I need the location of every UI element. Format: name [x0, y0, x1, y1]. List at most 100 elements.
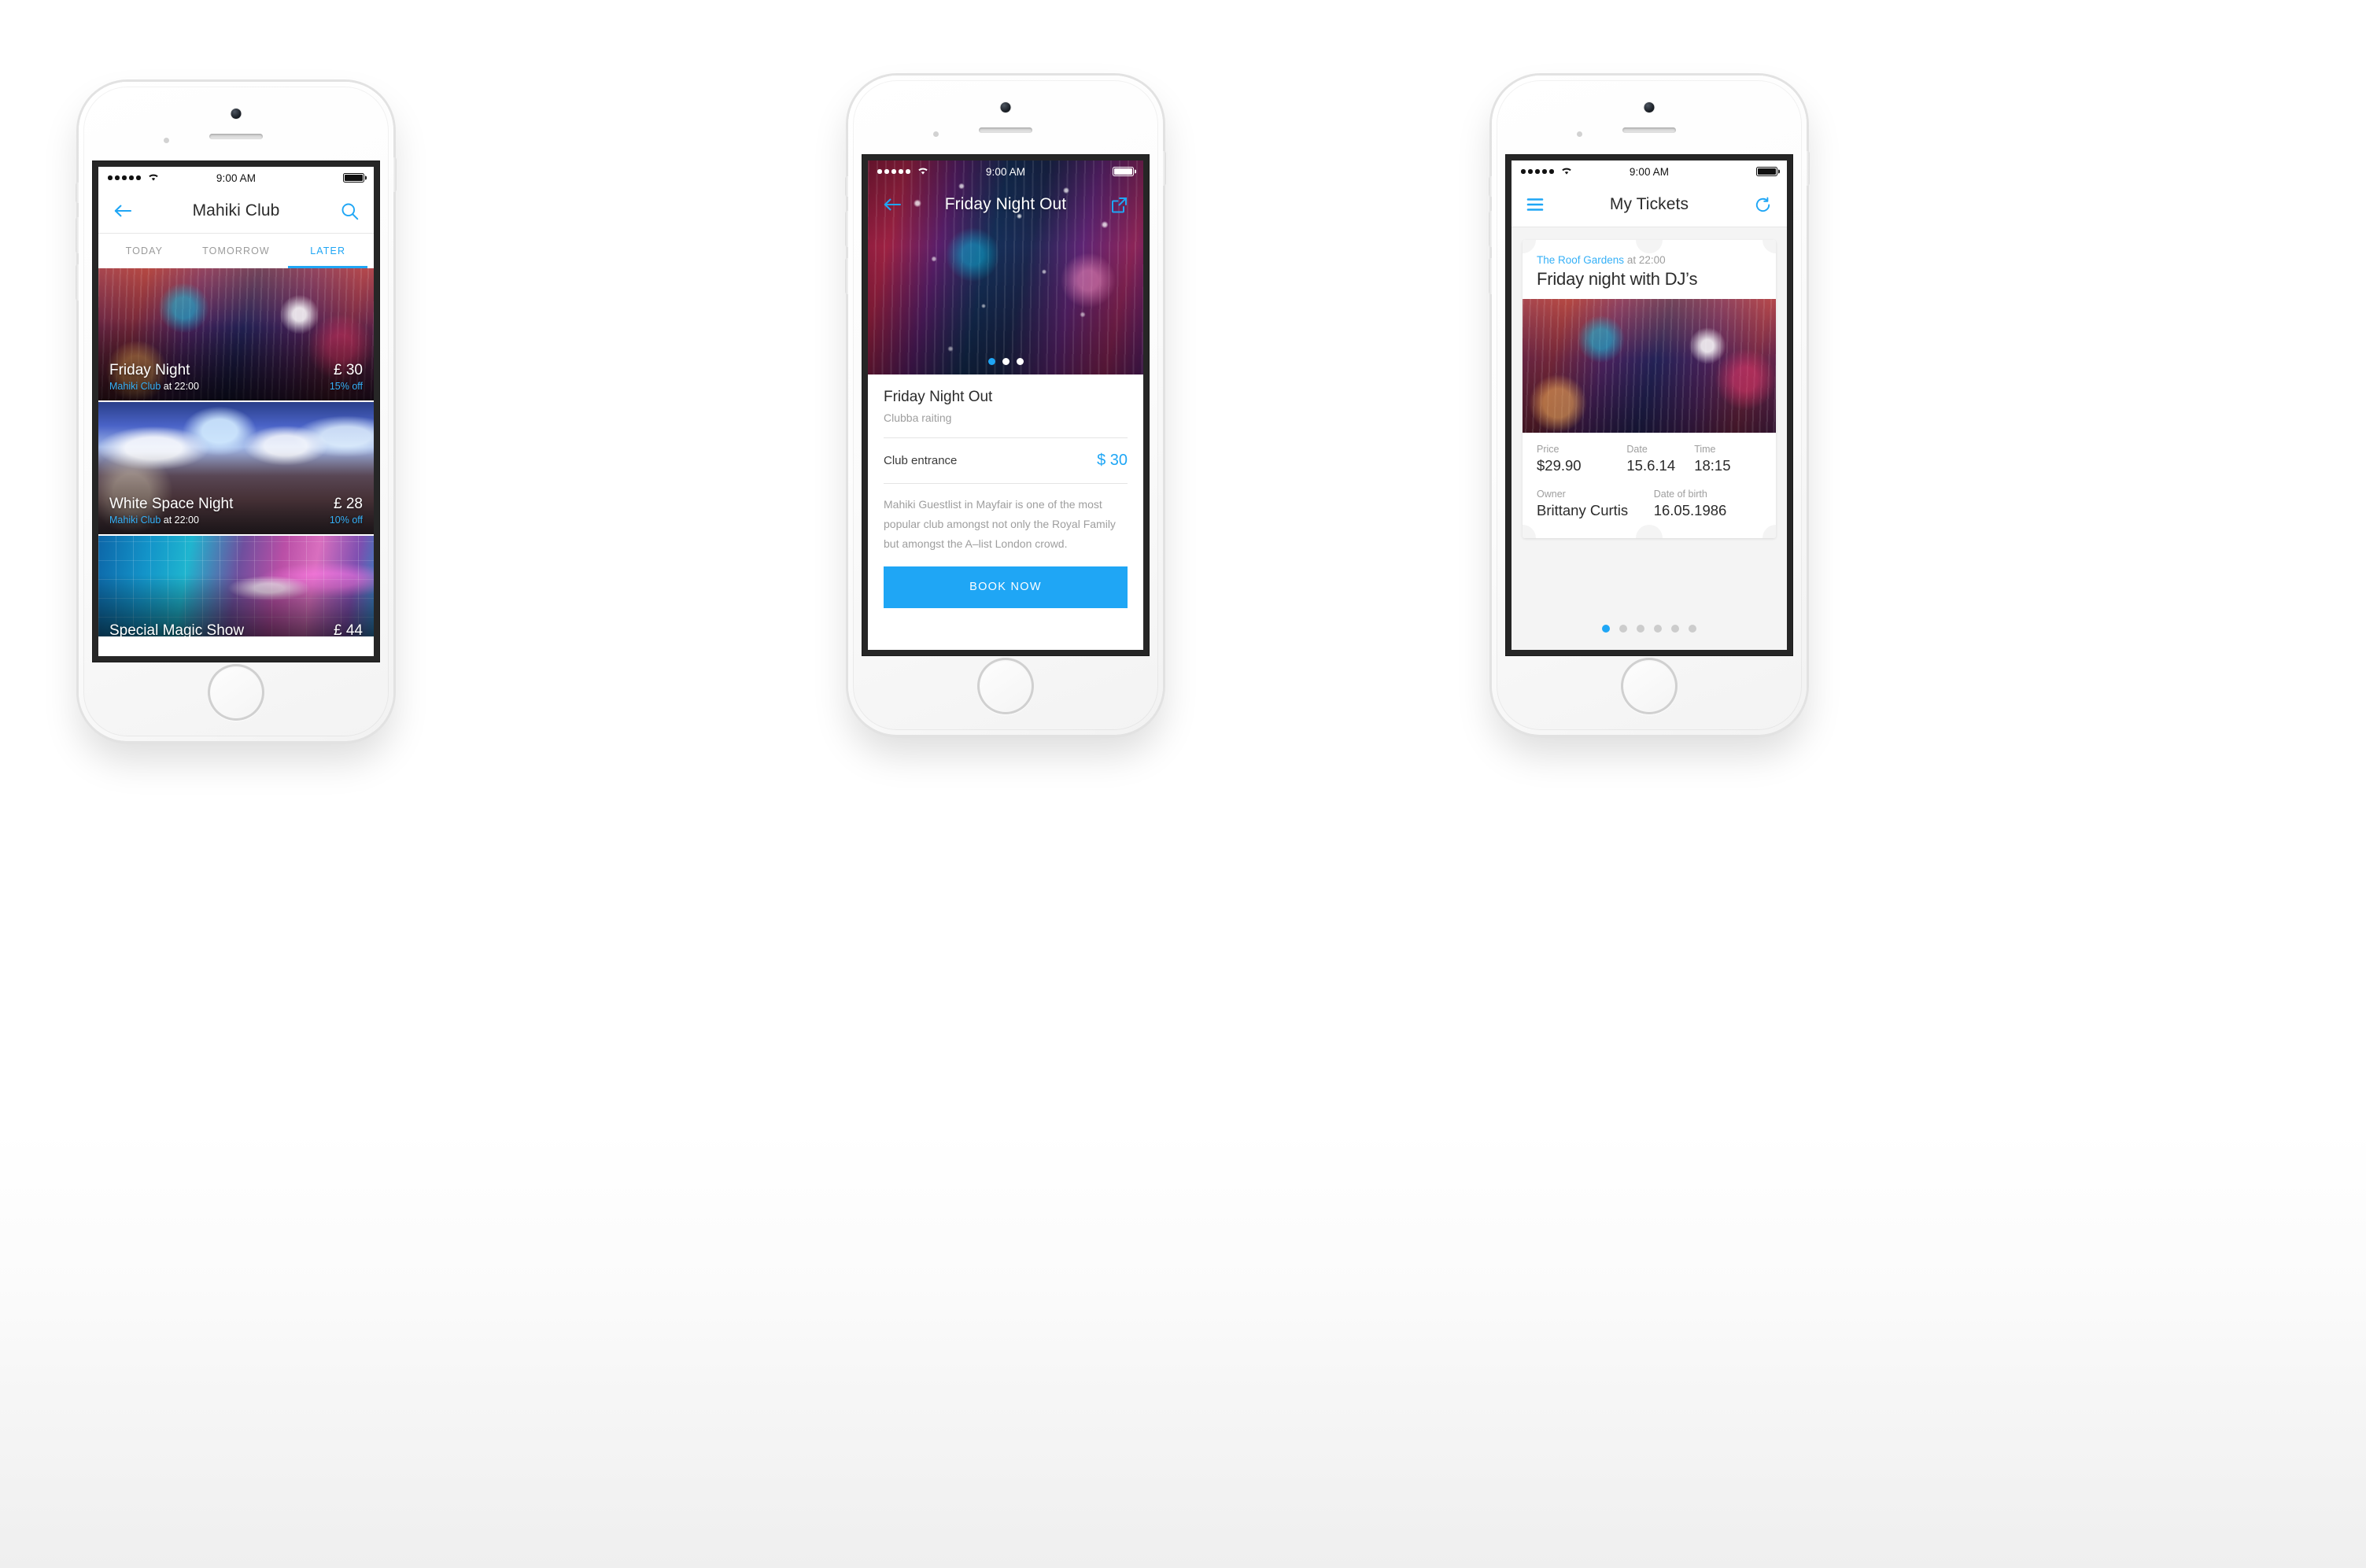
- ticket-field-price: Price $29.90: [1537, 444, 1626, 474]
- event-subtitle: Mahiki Club at 22:00: [109, 381, 199, 392]
- event-price: £ 28: [334, 496, 363, 512]
- power-button[interactable]: [1807, 151, 1810, 186]
- page-title: Friday Night Out: [944, 195, 1067, 213]
- front-camera-icon: [1644, 102, 1655, 113]
- search-button[interactable]: [336, 197, 363, 224]
- volume-up-button[interactable]: [1489, 211, 1492, 247]
- ticket-field-owner: Owner Brittany Curtis: [1537, 489, 1654, 519]
- phone-my-tickets: 9:00 AM My Tickets The Roof Gardens at 2…: [1471, 76, 1827, 766]
- event-title: Friday Night Out: [884, 389, 993, 405]
- power-button[interactable]: [393, 157, 397, 192]
- carousel-dot[interactable]: [1016, 358, 1024, 365]
- tab-tomorrow[interactable]: TOMORROW: [190, 234, 282, 268]
- price-value: $ 30: [1097, 452, 1128, 469]
- field-label: Owner: [1537, 489, 1566, 500]
- event-discount: 15% off: [329, 381, 363, 392]
- carousel-dot[interactable]: [1002, 358, 1010, 365]
- list-item[interactable]: Friday Night Mahiki Club at 22:00 £ 30 1…: [98, 268, 374, 400]
- home-button[interactable]: [1621, 658, 1678, 714]
- tab-later[interactable]: LATER: [282, 234, 374, 268]
- field-value: 16.05.1986: [1653, 502, 1727, 518]
- signal-strength-icon: [108, 175, 141, 180]
- refresh-button[interactable]: [1749, 191, 1776, 218]
- screen-events-list: 9:00 AM Mahiki Club TODAY TOMORROW LATER: [98, 167, 374, 656]
- event-time: at 22:00: [161, 381, 199, 392]
- price-row: Club entrance $ 30: [884, 438, 1128, 483]
- menu-button[interactable]: [1523, 191, 1549, 218]
- volume-down-button[interactable]: [76, 264, 79, 301]
- ticket-row: Owner Brittany Curtis Date of birth 16.0…: [1537, 489, 1762, 519]
- pager-dot[interactable]: [1689, 625, 1696, 633]
- event-price-block: £ 44: [334, 622, 363, 636]
- power-button[interactable]: [1163, 151, 1166, 186]
- hero-image: 9:00 AM Friday Night Out: [868, 160, 1143, 374]
- pager-dot[interactable]: [1654, 625, 1662, 633]
- page-title: My Tickets: [1609, 195, 1689, 213]
- ticket-card[interactable]: The Roof Gardens at 22:00 Friday night w…: [1523, 240, 1776, 538]
- event-text: Friday Night Mahiki Club at 22:00: [109, 362, 199, 392]
- carousel-dots[interactable]: [868, 358, 1143, 365]
- pager-dot[interactable]: [1619, 625, 1627, 633]
- silent-switch[interactable]: [76, 183, 79, 203]
- status-bar-left: [108, 172, 160, 184]
- nav-bar: Mahiki Club: [98, 189, 374, 233]
- event-price: £ 30: [334, 362, 363, 378]
- volume-up-button[interactable]: [76, 217, 79, 253]
- nav-bar: My Tickets: [1512, 183, 1787, 227]
- share-button[interactable]: [1105, 191, 1132, 218]
- event-price: £ 44: [334, 622, 363, 636]
- ticket-field-time: Time 18:15: [1694, 444, 1730, 474]
- ticket-field-date: Date 15.6.14: [1626, 444, 1694, 474]
- list-item[interactable]: White Space Night Mahiki Club at 22:00 £…: [98, 400, 374, 534]
- screen-event-detail: 9:00 AM Friday Night Out Friday Night Ou…: [868, 160, 1143, 650]
- phone-events-list: 9:00 AM Mahiki Club TODAY TOMORROW LATER: [58, 82, 414, 773]
- event-venue: Mahiki Club: [109, 515, 161, 526]
- ticket-details: Price $29.90 Date 15.6.14 Time 18:15 Own…: [1523, 433, 1776, 538]
- pager-dot[interactable]: [1637, 625, 1644, 633]
- battery-icon: [1113, 166, 1134, 177]
- event-text: Special Magic Show: [109, 622, 244, 636]
- field-value: 15.6.14: [1626, 457, 1676, 474]
- event-text: White Space Night Mahiki Club at 22:00: [109, 496, 233, 526]
- ticket-field-dob: Date of birth 16.05.1986: [1654, 489, 1727, 519]
- earpiece-speaker: [209, 134, 263, 139]
- event-title: White Space Night: [109, 496, 234, 513]
- back-button[interactable]: [109, 197, 136, 224]
- status-bar: 9:00 AM: [1512, 160, 1787, 183]
- ticket-venue: The Roof Gardens: [1537, 254, 1625, 266]
- home-button[interactable]: [977, 658, 1034, 714]
- wifi-icon: [1560, 166, 1573, 178]
- status-bar-left: [877, 166, 929, 178]
- status-bar-left: [1521, 166, 1573, 178]
- pager-dots[interactable]: [1512, 625, 1787, 633]
- pager-dot[interactable]: [1671, 625, 1679, 633]
- event-list: Friday Night Mahiki Club at 22:00 £ 30 1…: [98, 268, 374, 636]
- earpiece-speaker: [979, 127, 1032, 133]
- book-now-button[interactable]: BOOK NOW: [884, 566, 1128, 608]
- event-title: Friday Night: [109, 362, 190, 379]
- home-button[interactable]: [208, 664, 264, 721]
- phone-mockup-stage: 9:00 AM Mahiki Club TODAY TOMORROW LATER: [0, 0, 2366, 1568]
- status-bar-right: [1756, 166, 1777, 177]
- tab-today[interactable]: TODAY: [98, 234, 190, 268]
- tab-bar: TODAY TOMORROW LATER: [98, 234, 374, 268]
- front-camera-icon: [231, 109, 242, 119]
- field-label: Date: [1626, 444, 1648, 455]
- back-button[interactable]: [879, 191, 906, 218]
- field-value: $29.90: [1537, 457, 1582, 474]
- event-time: at 22:00: [161, 515, 199, 526]
- volume-down-button[interactable]: [845, 258, 848, 294]
- pager-dot-active[interactable]: [1602, 625, 1610, 633]
- silent-switch[interactable]: [845, 176, 848, 197]
- battery-icon: [343, 172, 364, 183]
- event-description: Mahiki Guestlist in Mayfair is one of th…: [884, 498, 1116, 550]
- carousel-dot-active[interactable]: [987, 358, 995, 365]
- price-label: Club entrance: [884, 454, 958, 467]
- silent-switch[interactable]: [1489, 176, 1492, 197]
- proximity-sensor-icon: [1577, 131, 1582, 137]
- list-item[interactable]: Special Magic Show £ 44: [98, 534, 374, 636]
- event-discount: 10% off: [329, 515, 363, 526]
- volume-up-button[interactable]: [845, 211, 848, 247]
- volume-down-button[interactable]: [1489, 258, 1492, 294]
- event-title: Special Magic Show: [109, 622, 245, 636]
